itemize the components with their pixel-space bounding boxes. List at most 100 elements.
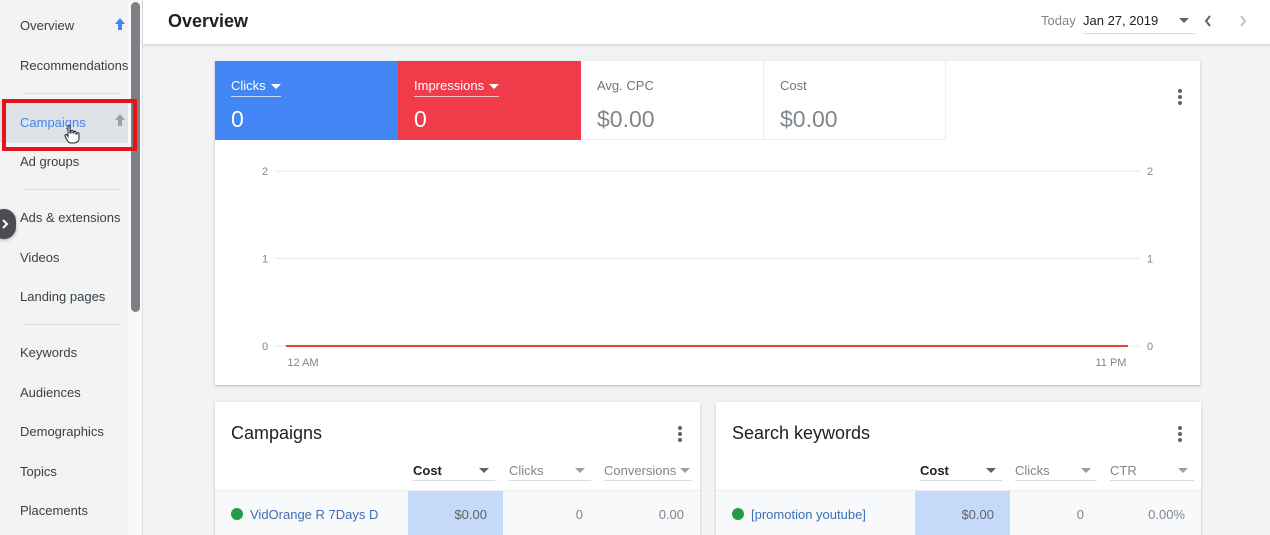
sidebar-item-topics[interactable]: Topics <box>0 451 128 491</box>
keywords-more-options-button[interactable] <box>1175 424 1185 444</box>
scorecard-avg-cpc[interactable]: Avg. CPC $0.00 <box>581 61 764 140</box>
sidebar-scrollbar-thumb[interactable] <box>131 2 140 312</box>
caret-down-icon <box>489 84 500 90</box>
column-header-cost[interactable]: Cost <box>920 463 1002 481</box>
cell-cost: $0.00 <box>915 491 1010 535</box>
table-row[interactable]: [promotion youtube] $0.00 0 0.00% <box>716 490 1201 535</box>
pin-icon[interactable] <box>114 17 126 31</box>
page-title: Overview <box>168 11 249 31</box>
hand-cursor-icon <box>64 124 80 144</box>
cell-ctr: 0.00% <box>1148 507 1185 522</box>
nav-divider <box>24 93 120 94</box>
cell-cost: $0.00 <box>408 491 503 535</box>
sidebar-item-recommendations[interactable]: Recommendations <box>0 45 128 85</box>
chart-more-options-button[interactable] <box>1175 87 1185 107</box>
sidebar-item-landing-pages[interactable]: Landing pages <box>0 276 128 316</box>
sidebar-item-label: Ads & extensions <box>20 209 121 225</box>
sidebar-item-label: Placements <box>20 502 88 518</box>
sidebar-item-demographics[interactable]: Demographics <box>0 411 128 451</box>
search-keywords-card: Search keywords Cost Clicks CTR [promoti… <box>716 402 1201 535</box>
metric-select-clicks[interactable]: Clicks <box>231 78 281 97</box>
caret-down-icon <box>1179 18 1189 23</box>
scorecard-value: 0 <box>231 106 244 132</box>
sidebar-item-ads-extensions[interactable]: Ads & extensions <box>0 197 128 237</box>
sidebar-item-label: Keywords <box>20 344 78 360</box>
column-label: Conversions <box>604 463 677 478</box>
y-right-tick-label: 2 <box>1147 166 1153 178</box>
scorecard-label: Clicks <box>231 78 266 93</box>
date-range-label: Today <box>1041 13 1076 28</box>
pin-icon[interactable] <box>114 113 126 127</box>
column-header-ctr[interactable]: CTR <box>1110 463 1194 481</box>
card-title: Search keywords <box>732 423 871 443</box>
sidebar-item-audiences[interactable]: Audiences <box>0 372 128 412</box>
status-enabled-icon <box>231 508 243 520</box>
scorecard-clicks[interactable]: Clicks 0 <box>215 61 398 140</box>
card-title: Campaigns <box>231 423 323 443</box>
column-label: Clicks <box>509 463 544 478</box>
previous-period-button[interactable] <box>1198 11 1218 31</box>
column-header-cost[interactable]: Cost <box>413 463 495 481</box>
column-header-clicks[interactable]: Clicks <box>509 463 591 481</box>
scorecard-value: $0.00 <box>597 106 655 132</box>
x-tick-label: 11 PM <box>1096 357 1127 369</box>
sidebar-item-ad-groups[interactable]: Ad groups <box>0 141 128 181</box>
scorecard-label: Impressions <box>414 78 485 93</box>
campaigns-more-options-button[interactable] <box>675 424 685 444</box>
cell-clicks: 0 <box>575 507 583 522</box>
sidebar-item-label: Recommendations <box>20 57 129 73</box>
chevron-right-icon <box>1240 15 1247 27</box>
kebab-dot <box>1178 426 1182 430</box>
sidebar-item-keywords[interactable]: Keywords <box>0 332 128 372</box>
kebab-dot <box>1178 438 1182 442</box>
caret-down-icon <box>986 468 996 473</box>
caret-down-icon <box>270 84 281 90</box>
kebab-dot <box>1178 432 1182 436</box>
cell-conversions: 0.00 <box>658 507 684 522</box>
kebab-dot <box>678 438 682 442</box>
campaigns-card: Campaigns Cost Clicks Conversions VidOra… <box>215 402 700 535</box>
caret-down-icon <box>479 468 489 473</box>
nav-divider <box>24 324 120 325</box>
column-header-clicks[interactable]: Clicks <box>1015 463 1097 481</box>
campaign-name-link[interactable]: VidOrange R 7Days D <box>250 507 378 522</box>
caret-down-icon <box>1081 468 1091 473</box>
scorecard-value: $0.00 <box>780 106 838 132</box>
sidebar-item-label: Topics <box>20 463 57 479</box>
date-range-select[interactable]: Jan 27, 2019 <box>1083 8 1195 34</box>
kebab-dot <box>1178 101 1182 105</box>
sidebar-item-label: Audiences <box>20 384 81 400</box>
keyword-link[interactable]: [promotion youtube] <box>751 507 866 522</box>
scorecard-cost[interactable]: Cost $0.00 <box>764 61 946 140</box>
y-left-tick-label: 1 <box>262 254 268 266</box>
column-label: CTR <box>1110 463 1137 478</box>
date-value: Jan 27, 2019 <box>1083 13 1159 28</box>
sidebar-item-placements[interactable]: Placements <box>0 490 128 530</box>
sidebar-item-label: Demographics <box>20 423 104 439</box>
caret-down-icon <box>575 468 585 473</box>
kebab-dot <box>678 426 682 430</box>
column-label: Cost <box>413 463 442 478</box>
sidebar-item-label: Ad groups <box>20 153 80 169</box>
sidebar-item-overview[interactable]: Overview <box>0 5 128 45</box>
caret-down-icon <box>680 468 690 473</box>
chevron-right-icon <box>2 219 9 229</box>
column-label: Clicks <box>1015 463 1050 478</box>
page-header: Overview Today Jan 27, 2019 <box>143 0 1270 45</box>
sidebar-item-label: Videos <box>20 249 60 265</box>
table-row[interactable]: VidOrange R 7Days D $0.00 0 0.00 <box>215 490 700 535</box>
sidebar-item-label: Overview <box>20 17 75 33</box>
cell-clicks: 0 <box>1076 507 1084 522</box>
chevron-left-icon <box>1204 15 1211 27</box>
metric-select-impressions[interactable]: Impressions <box>414 78 500 97</box>
scorecard-label: Cost <box>780 78 807 93</box>
kebab-dot <box>1178 95 1182 99</box>
overview-line-chart: 0 0 1 1 2 2 12 AM 11 PM <box>262 166 1153 369</box>
scorecard-impressions[interactable]: Impressions 0 <box>398 61 581 140</box>
column-header-conversions[interactable]: Conversions <box>604 463 692 481</box>
sidebar-item-videos[interactable]: Videos <box>0 237 128 277</box>
scorecard-value: 0 <box>414 106 427 132</box>
next-period-button[interactable] <box>1233 11 1253 31</box>
column-label: Cost <box>920 463 949 478</box>
app-root: Overview Recommendations Campaigns Ad gr… <box>0 0 1270 535</box>
